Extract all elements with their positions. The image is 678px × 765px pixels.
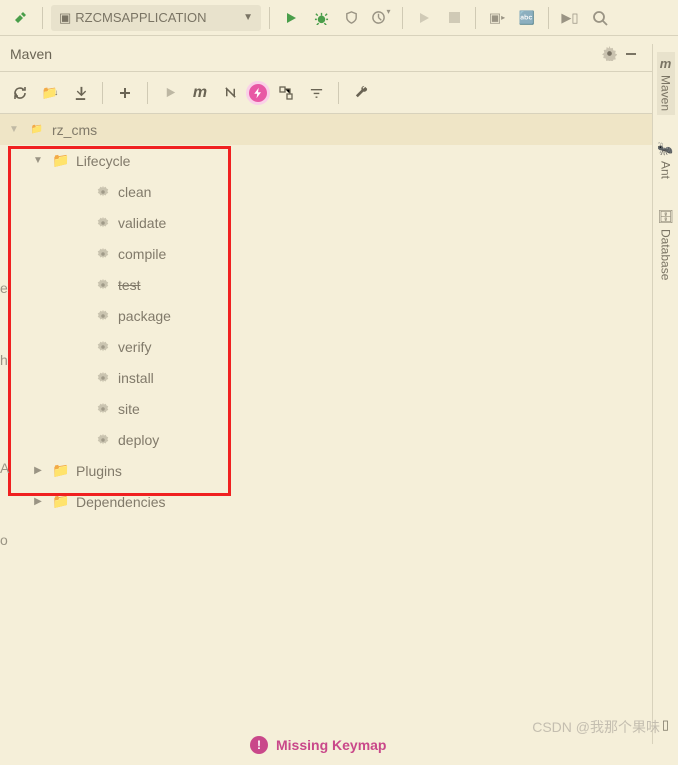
run-goal-icon (156, 79, 184, 107)
dropdown-icon: ▼ (243, 12, 253, 23)
add-icon[interactable] (111, 79, 139, 107)
separator (548, 7, 549, 29)
side-tab-ant[interactable]: 🐜Ant (655, 137, 675, 183)
status-text: Missing Keymap (276, 737, 386, 753)
maven-panel-header: Maven (0, 36, 652, 72)
side-tabs: mMaven 🐜Ant 🗄Database ▯ (652, 44, 678, 744)
skip-tests-icon[interactable] (246, 81, 270, 105)
download-icon[interactable] (66, 79, 94, 107)
panel-title: Maven (10, 46, 598, 62)
watermark: CSDN @我那个果味 (532, 717, 660, 737)
m-icon[interactable]: m (186, 79, 214, 107)
translate-icon[interactable]: 🔤 (514, 5, 540, 31)
gear-icon[interactable] (598, 41, 620, 67)
status-bar: CSDN @我那个果味 ! Missing Keymap (0, 725, 678, 765)
minimize-icon[interactable] (620, 41, 642, 67)
run-config-selector[interactable]: ▣ RZCMSAPPLICATION ▼ (51, 5, 261, 31)
maven-tree: ▼ 📁 rz_cms ▼ 📁 Lifecycle cleanvalidateco… (0, 114, 652, 527)
coverage-icon[interactable] (338, 5, 364, 31)
scratch-icon[interactable]: ▶▯ (557, 5, 583, 31)
left-edge-chars: ehAo (0, 270, 9, 558)
side-tab-database[interactable]: 🗄Database (655, 205, 676, 284)
collapse-icon[interactable] (302, 79, 330, 107)
generate-icon[interactable]: 📁↓ (36, 79, 64, 107)
application-icon: ▣ (59, 10, 71, 26)
tree-root-label: rz_cms (52, 122, 97, 138)
run-icon[interactable] (278, 5, 304, 31)
highlight-box (8, 146, 231, 496)
toggle-offline-icon[interactable] (216, 79, 244, 107)
chevron-down-icon[interactable]: ▼ (6, 124, 22, 135)
status-message[interactable]: ! Missing Keymap (250, 736, 386, 754)
separator (102, 82, 103, 104)
search-icon[interactable] (587, 5, 613, 31)
profile-icon[interactable]: ▾ (368, 5, 394, 31)
reload-icon[interactable] (6, 79, 34, 107)
warning-icon: ! (250, 736, 268, 754)
stop-icon (441, 5, 467, 31)
hammer-icon[interactable] (8, 5, 34, 31)
maven-module-icon: 📁 (28, 121, 46, 139)
run-config-label: RZCMSAPPLICATION (75, 10, 206, 25)
separator (402, 7, 403, 29)
maven-toolbar: 📁↓ m (0, 72, 652, 114)
debug-icon[interactable] (308, 5, 334, 31)
separator (475, 7, 476, 29)
attach-icon[interactable]: ▣▸ (484, 5, 510, 31)
top-toolbar: ▣ RZCMSAPPLICATION ▼ ▾ ▣▸ 🔤 ▶▯ (0, 0, 678, 36)
separator (269, 7, 270, 29)
show-deps-icon[interactable] (272, 79, 300, 107)
separator (147, 82, 148, 104)
rerun-icon (411, 5, 437, 31)
wrench-icon[interactable] (347, 79, 375, 107)
chevron-right-icon[interactable]: ▶ (30, 496, 46, 507)
side-tab-maven[interactable]: mMaven (657, 52, 675, 115)
separator (338, 82, 339, 104)
separator (42, 7, 43, 29)
tree-root-row[interactable]: ▼ 📁 rz_cms (0, 114, 652, 145)
